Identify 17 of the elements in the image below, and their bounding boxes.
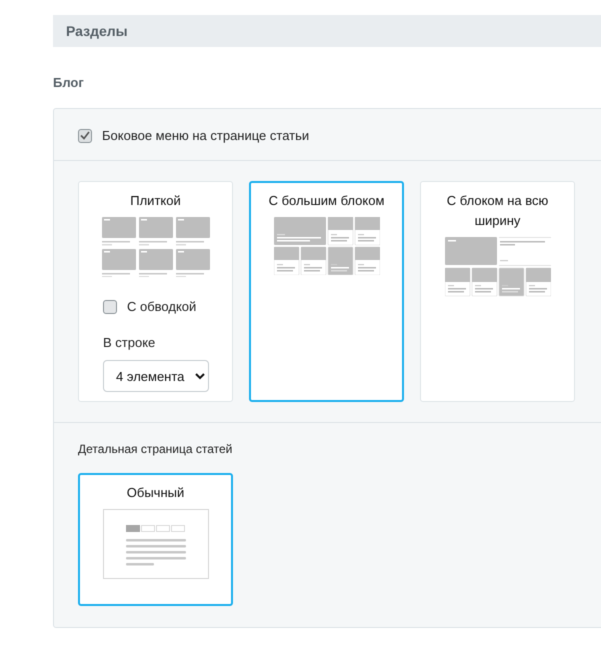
layout-option-card[interactable]: С блоком на всю ширину bbox=[420, 181, 575, 402]
checkbox[interactable] bbox=[78, 128, 92, 142]
card-title: С большим блоком bbox=[268, 192, 384, 210]
checkbox-label: С обводкой bbox=[127, 299, 196, 314]
card-title: Плиткой bbox=[130, 192, 181, 210]
layout-option-card[interactable]: Плиткой С обводкой В строке 4 элемента bbox=[78, 181, 233, 402]
subsection-label: Детальная страница статей bbox=[78, 442, 234, 456]
card-title: Обычный bbox=[126, 484, 184, 502]
checkbox[interactable] bbox=[103, 300, 117, 314]
header-title: Разделы bbox=[66, 23, 128, 39]
layout-option-card[interactable]: Обычный bbox=[78, 473, 233, 606]
layout-option-card[interactable]: С большим блоком bbox=[249, 181, 404, 402]
per-row-select[interactable]: 4 элемента bbox=[103, 360, 209, 392]
checkbox-label: Боковое меню на странице статьи bbox=[102, 128, 310, 143]
card-title: С блоком на всю ширину bbox=[446, 192, 550, 230]
field-label: В строке bbox=[103, 335, 156, 350]
section-title: Блог bbox=[53, 75, 85, 90]
